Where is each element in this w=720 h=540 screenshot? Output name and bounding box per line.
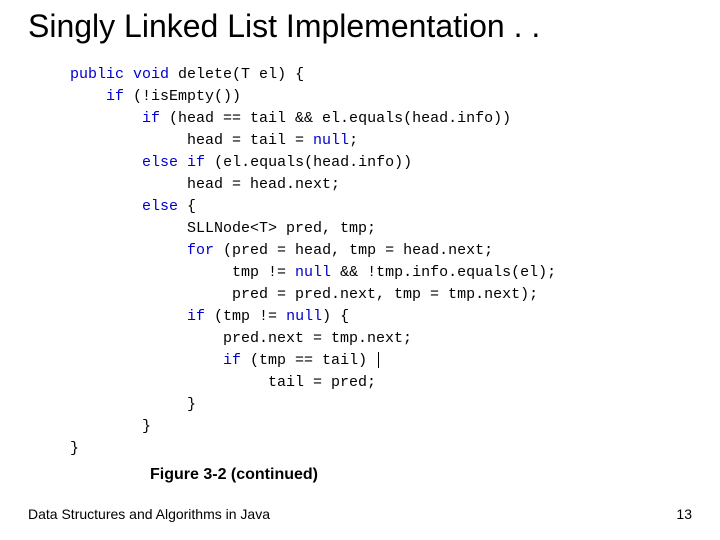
kw-public: public [70, 66, 124, 83]
slide-title: Singly Linked List Implementation . . [28, 8, 540, 45]
kw-if: if [223, 352, 241, 369]
kw-if: if [187, 308, 205, 325]
page-number: 13 [676, 506, 692, 522]
kw-if: if [187, 154, 205, 171]
kw-else: else [142, 154, 178, 171]
footer-text: Data Structures and Algorithms in Java [28, 506, 270, 522]
kw-if: if [106, 88, 124, 105]
code-block: public void delete(T el) { if (!isEmpty(… [70, 64, 556, 460]
kw-for: for [187, 242, 214, 259]
kw-null: null [295, 264, 331, 281]
kw-null: null [286, 308, 322, 325]
kw-else: else [142, 198, 178, 215]
kw-if: if [142, 110, 160, 127]
kw-null: null [313, 132, 349, 149]
slide: Singly Linked List Implementation . . pu… [0, 0, 720, 540]
kw-void: void [133, 66, 169, 83]
text-cursor-icon [378, 352, 379, 368]
figure-caption: Figure 3-2 (continued) [150, 466, 318, 484]
